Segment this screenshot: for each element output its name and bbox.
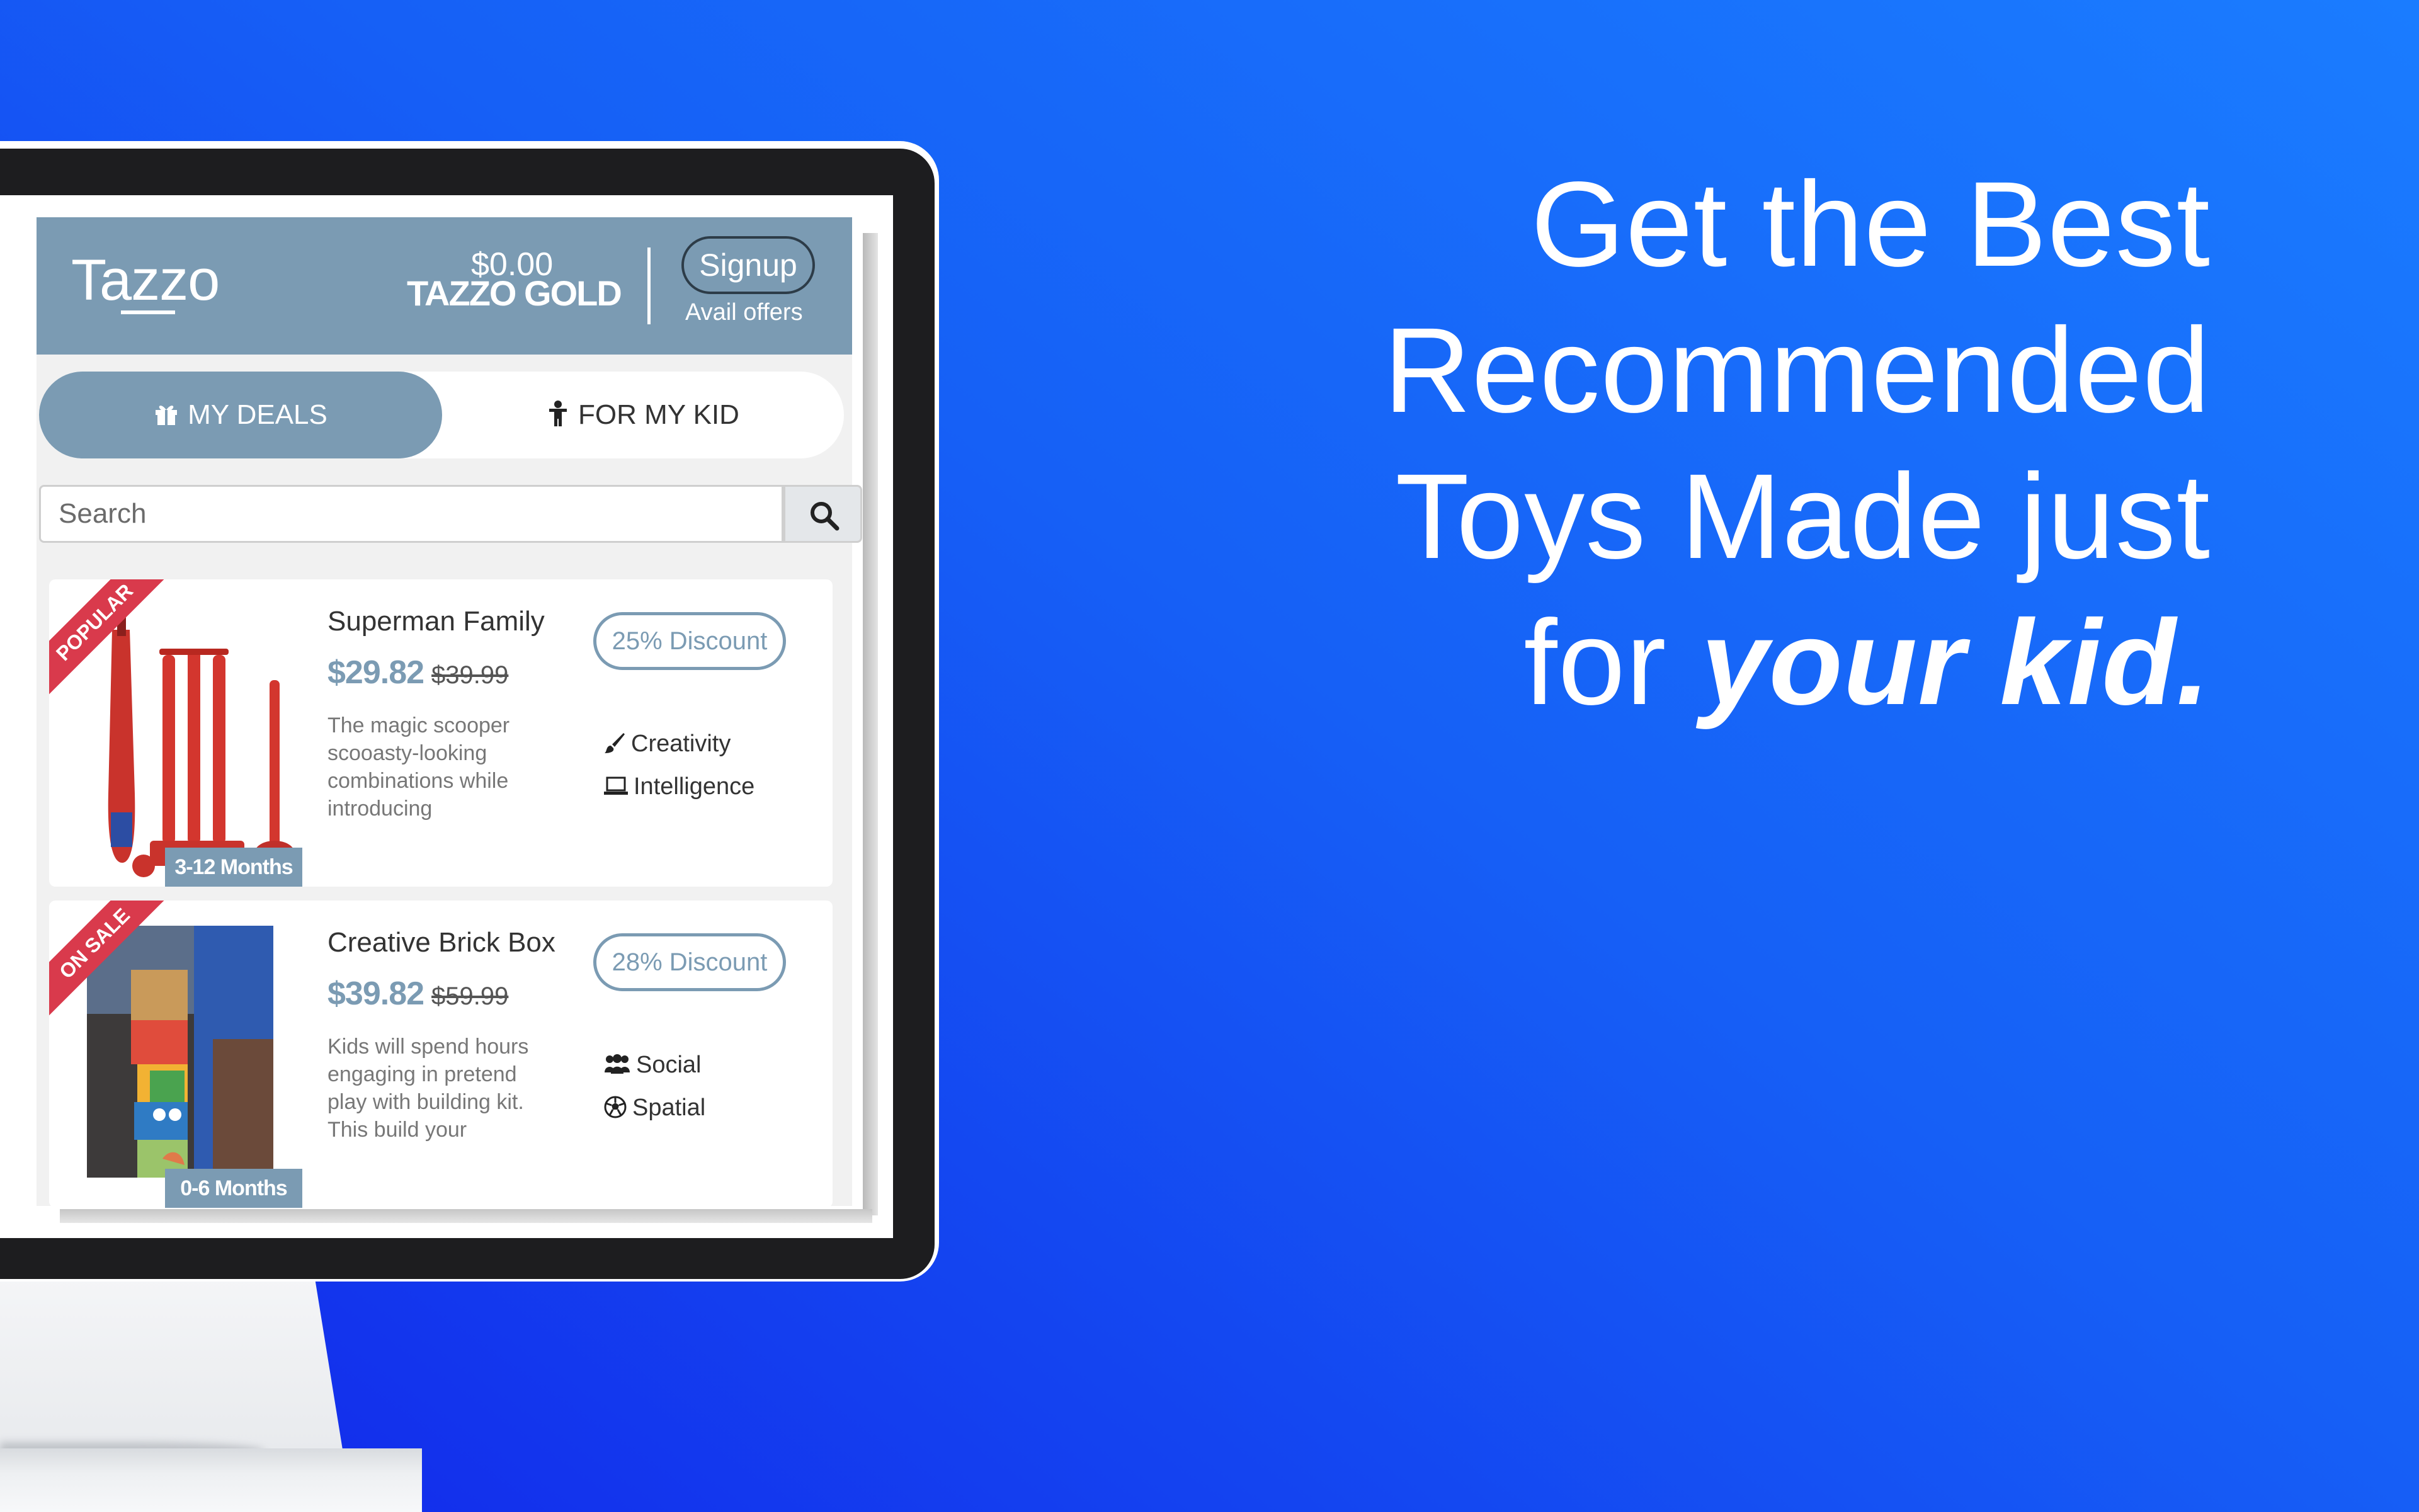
tab-for-my-kid-label: FOR MY KID — [578, 399, 739, 430]
brush-icon — [605, 732, 625, 753]
screen-shadow-bottom — [60, 1209, 872, 1223]
discount-badge[interactable]: 25% Discount — [593, 612, 786, 670]
headline-line-2: Recommended — [1384, 302, 2211, 438]
skill-social: Social — [603, 1052, 702, 1079]
app-logo[interactable]: Tazzo — [71, 247, 220, 314]
child-icon — [549, 401, 567, 427]
monitor-stand-base — [0, 1448, 422, 1512]
price-row: $39.82 $59.99 — [327, 975, 508, 1013]
product-image-brick-box — [87, 926, 273, 1178]
tab-my-deals[interactable]: MY DEALS — [39, 372, 442, 458]
headline-prefix: for — [1523, 594, 1701, 730]
screen-shadow-edge — [863, 233, 878, 1215]
laptop-icon — [604, 776, 628, 795]
product-old-price: $59.99 — [431, 982, 509, 1010]
skill-label: Spatial — [632, 1094, 706, 1121]
product-description: The magic scooper scooasty-looking combi… — [327, 713, 510, 821]
skill-intelligence: Intelligence — [603, 773, 754, 800]
price-row: $29.82 $39.99 — [327, 654, 508, 691]
headline-line-3: Toys Made just — [1395, 448, 2211, 584]
app-header: Tazzo $0.00 TAZZO GOLD Signup Avail offe… — [37, 217, 852, 355]
wallet-label: TAZZO GOLD — [407, 273, 622, 313]
product-image-cricket-set — [108, 608, 295, 877]
headline-line-4: for your kid. — [1197, 589, 2211, 736]
logo-underline — [121, 310, 175, 314]
tab-for-my-kid[interactable]: FOR MY KID — [442, 372, 844, 458]
skill-creativity: Creativity — [603, 730, 731, 758]
discount-badge[interactable]: 28% Discount — [593, 933, 786, 991]
search-input[interactable]: Search — [39, 485, 783, 543]
tab-bar: MY DEALS FOR MY KID — [39, 372, 844, 458]
tab-my-deals-label: MY DEALS — [188, 399, 327, 430]
skill-label: Creativity — [631, 730, 731, 757]
promo-headline: Get the Best Recommended Toys Made just … — [1197, 151, 2211, 736]
product-price: $39.82 — [327, 975, 424, 1012]
product-price: $29.82 — [327, 654, 424, 691]
avail-offers-link[interactable]: Avail offers — [685, 299, 803, 326]
product-card[interactable]: ON SALE 0-6 Months Creative Brick Box $3… — [49, 901, 833, 1208]
users-icon — [605, 1054, 630, 1074]
product-description: Kids will spend hours engaging in preten… — [327, 1035, 529, 1142]
age-badge: 3-12 Months — [165, 848, 302, 887]
product-card[interactable]: POPULAR 3-12 Months Superman Family $29.… — [49, 579, 833, 887]
gift-icon — [156, 406, 178, 426]
soccer-ball-icon — [604, 1096, 627, 1118]
headline-emphasis: your kid. — [1700, 594, 2211, 730]
tazzo-app: Tazzo $0.00 TAZZO GOLD Signup Avail offe… — [37, 217, 862, 1208]
search-button[interactable] — [783, 485, 862, 543]
product-title[interactable]: Creative Brick Box — [327, 927, 555, 958]
skill-label: Intelligence — [634, 773, 755, 800]
product-old-price: $39.99 — [431, 661, 509, 689]
skill-label: Social — [636, 1052, 702, 1078]
age-badge: 0-6 Months — [165, 1169, 302, 1208]
header-divider — [647, 247, 651, 324]
headline-line-1: Get the Best — [1530, 156, 2211, 292]
signup-button[interactable]: Signup — [681, 236, 815, 294]
search-icon — [811, 502, 840, 531]
product-title[interactable]: Superman Family — [327, 606, 545, 637]
skill-spatial: Spatial — [603, 1094, 705, 1122]
